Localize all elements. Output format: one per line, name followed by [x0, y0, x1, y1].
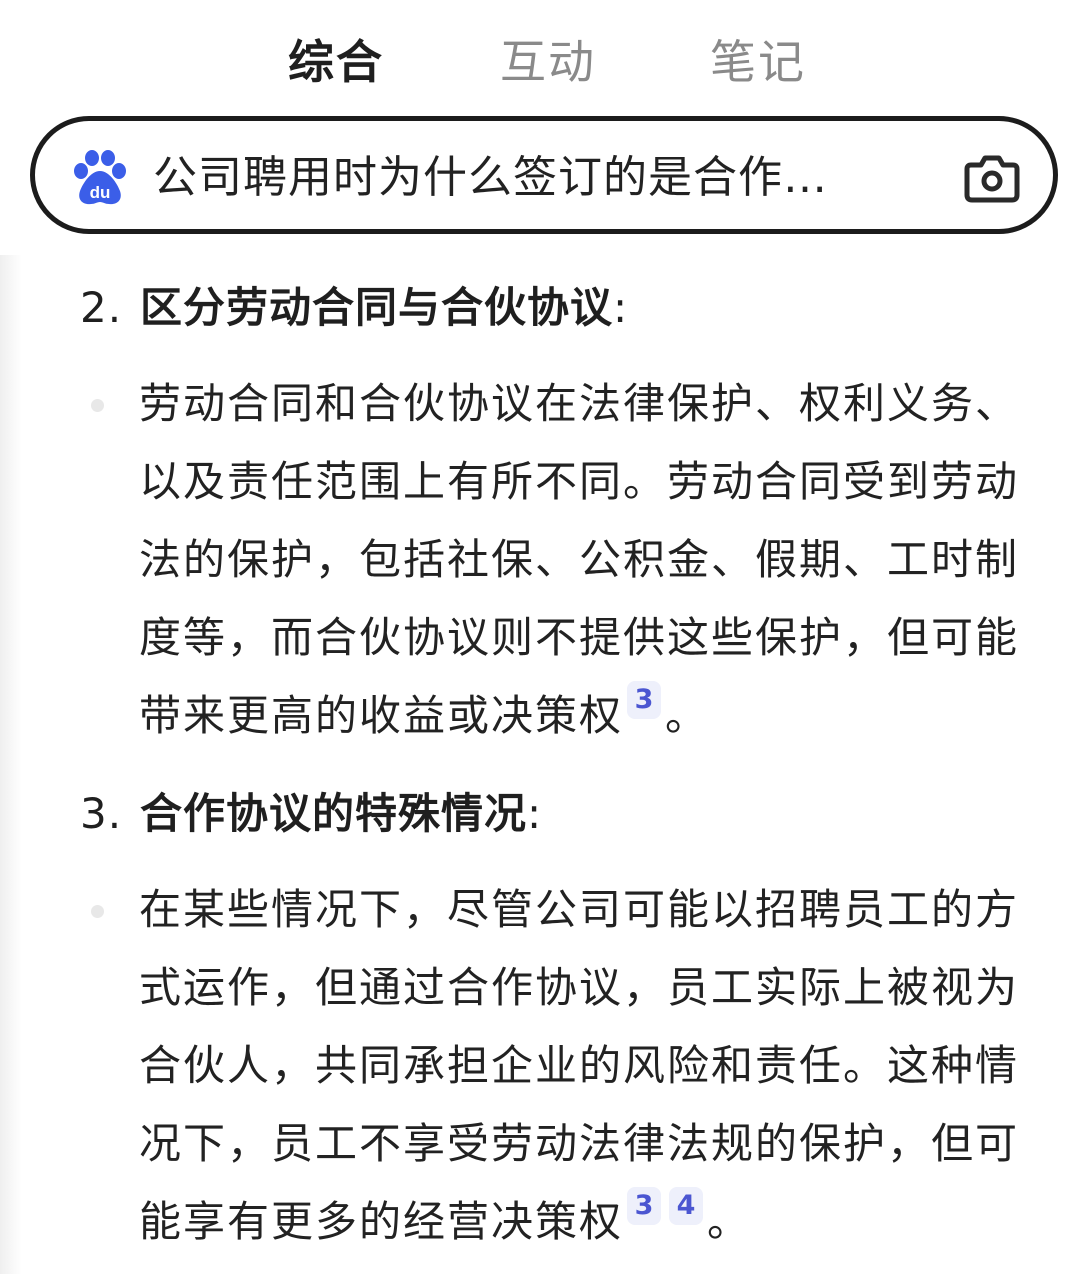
section-heading-3: 3. 合作协议的特殊情况: — [80, 779, 1040, 849]
section-colon: : — [527, 789, 543, 838]
camera-icon[interactable] — [963, 151, 1021, 205]
reference-badge[interactable]: 4 — [669, 1187, 704, 1225]
section-title: 区分劳动合同与合伙协议 — [140, 283, 614, 332]
paragraph-text: 劳动合同和合伙协议在法律保护、权利义务、以及责任范围上有所不同。劳动合同受到劳动… — [139, 379, 1020, 740]
top-bar: 综合 互动 笔记 du 公司聘用时为什么签订的是合作… — [0, 0, 1080, 255]
section-number: 2. — [80, 283, 123, 332]
section-heading-2: 2. 区分劳动合同与合伙协议: — [80, 273, 1040, 343]
section-colon: : — [613, 283, 629, 332]
tab-comprehensive[interactable]: 综合 — [288, 30, 384, 94]
bullet-dot — [91, 399, 104, 412]
reference-badge[interactable]: 3 — [627, 1187, 662, 1225]
bullet-dot — [91, 905, 104, 918]
section-number: 3. — [80, 789, 123, 838]
section-paragraph-2: 劳动合同和合伙协议在法律保护、权利义务、以及责任范围上有所不同。劳动合同受到劳动… — [139, 365, 1019, 755]
tab-notes[interactable]: 笔记 — [710, 30, 806, 94]
paragraph-end: 。 — [665, 691, 710, 740]
paragraph-end: 。 — [707, 1197, 752, 1246]
paragraph-text: 在某些情况下，尽管公司可能以招聘员工的方式运作，但通过合作协议，员工实际上被视为… — [139, 885, 1020, 1246]
section-paragraph-3: 在某些情况下，尽管公司可能以招聘员工的方式运作，但通过合作协议，员工实际上被视为… — [139, 871, 1019, 1261]
tab-interaction[interactable]: 互动 — [500, 30, 596, 94]
tab-bar: 综合 互动 笔记 — [0, 30, 1080, 94]
search-box[interactable]: du 公司聘用时为什么签订的是合作… — [30, 116, 1058, 234]
section-title: 合作协议的特殊情况 — [140, 789, 528, 838]
reference-badge[interactable]: 3 — [627, 681, 662, 719]
logo-du-text: du — [90, 183, 111, 202]
scroll-edge-shadow — [0, 255, 22, 1274]
baidu-paw-icon: du — [74, 150, 126, 205]
search-input[interactable]: 公司聘用时为什么签订的是合作… — [153, 143, 933, 213]
